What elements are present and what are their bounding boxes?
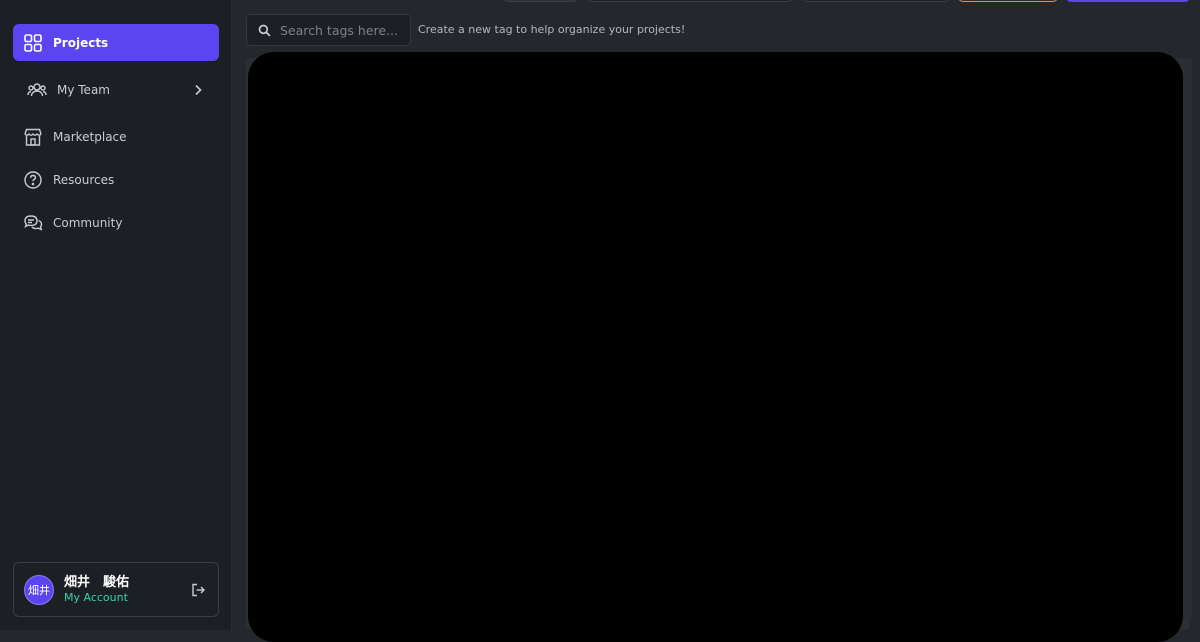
- scrollbar[interactable]: [1184, 58, 1192, 618]
- grid-icon: [22, 32, 44, 54]
- logout-icon[interactable]: [190, 582, 206, 598]
- primary-toolbar-button[interactable]: [1066, 0, 1190, 2]
- sidebar-item-label: Projects: [53, 35, 109, 50]
- help-circle-icon: [22, 169, 44, 191]
- sidebar-item-label: Marketplace: [53, 129, 127, 144]
- search-icon: [258, 24, 271, 36]
- top-toolbar-button[interactable]: [802, 0, 950, 2]
- sidebar-item-projects[interactable]: Projects: [13, 24, 219, 61]
- sidebar: Projects My Team Marketplace Resources C…: [0, 0, 232, 630]
- orange-toolbar-button[interactable]: [958, 0, 1058, 2]
- account-card[interactable]: 畑井 畑井 駿佑 My Account: [13, 562, 219, 617]
- top-toolbar-button[interactable]: [503, 0, 578, 2]
- chat-bubbles-icon: [22, 212, 44, 234]
- sidebar-item-label: Community: [53, 215, 123, 230]
- tag-hint-text: Create a new tag to help organize your p…: [418, 23, 686, 36]
- avatar: 畑井: [24, 574, 54, 605]
- chevron-right-icon: [195, 84, 202, 95]
- sidebar-item-my-team[interactable]: My Team: [13, 71, 219, 108]
- team-icon: [26, 79, 48, 101]
- top-toolbar-button[interactable]: [588, 0, 793, 2]
- tag-search[interactable]: [246, 14, 411, 46]
- sidebar-item-resources[interactable]: Resources: [13, 161, 219, 198]
- overlay-panel: [248, 52, 1183, 642]
- sidebar-item-marketplace[interactable]: Marketplace: [13, 118, 219, 155]
- sidebar-item-community[interactable]: Community: [13, 204, 219, 241]
- sidebar-item-label: My Team: [57, 82, 110, 97]
- account-name: 畑井 駿佑: [64, 575, 130, 591]
- store-icon: [22, 126, 44, 148]
- my-account-link[interactable]: My Account: [64, 591, 129, 604]
- search-input[interactable]: [278, 21, 408, 39]
- sidebar-item-label: Resources: [53, 172, 115, 187]
